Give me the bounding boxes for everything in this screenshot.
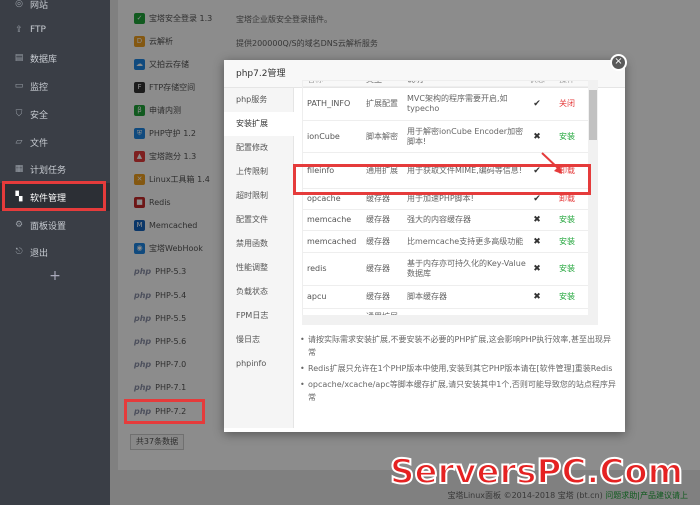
database-icon: ▤ xyxy=(14,53,24,63)
logout-icon: ⎋ xyxy=(15,247,23,257)
sidebar-item-label: 文件 xyxy=(30,138,49,149)
highlight-box xyxy=(2,181,106,211)
tab-timeout-limit[interactable]: 超时限制 xyxy=(224,184,294,208)
sidebar-item-files[interactable]: ▱ 文件 xyxy=(0,128,110,156)
scroll-thumb[interactable] xyxy=(589,90,597,140)
upload-icon: ⇪ xyxy=(15,25,23,35)
sidebar-item-logout[interactable]: ⎋ 退出 xyxy=(0,238,110,266)
table-row: PATH_INFO 扩展配置 MVC架构的程序需要开启,如typecho ✔ 关… xyxy=(303,87,597,121)
globe-icon: ◎ xyxy=(15,0,23,9)
tab-php-service[interactable]: php服务 xyxy=(224,88,294,112)
sidebar-item-settings[interactable]: ⚙ 面板设置 xyxy=(0,211,110,239)
tab-disabled-functions[interactable]: 禁用函数 xyxy=(224,232,294,256)
tab-config-file[interactable]: 配置文件 xyxy=(224,208,294,232)
status-cross-icon: ✖ xyxy=(533,131,541,142)
extensions-table: 名称 类型 说明 状态 操作 PATH_INFO 扩展配置 MVC架构的程序需要… xyxy=(302,80,598,325)
add-button[interactable]: + xyxy=(0,268,110,284)
note-item: opcache/xcache/apc等脚本缓存扩展,请只安装其中1个,否则可能导… xyxy=(298,378,618,404)
table-row: apcu 缓存器 脚本缓存器 ✖ 安装 xyxy=(303,286,597,309)
close-button[interactable]: × xyxy=(610,54,627,71)
sidebar-item-ftp[interactable]: ⇪ FTP xyxy=(0,16,110,44)
tab-phpinfo[interactable]: phpinfo xyxy=(224,352,294,376)
sidebar-item-security[interactable]: ⛉ 安全 xyxy=(0,100,110,128)
disable-button[interactable]: 关闭 xyxy=(559,87,589,120)
table-row: ionCube 脚本解密 用于解密ionCube Encoder加密脚本! ✖ … xyxy=(303,121,597,153)
folder-icon: ▱ xyxy=(15,137,23,147)
sidebar-item-database[interactable]: ▤ 数据库 xyxy=(0,44,110,72)
notes: 请按实际需求安装扩展,不要安装不必要的PHP扩展,这会影响PHP执行效率,甚至出… xyxy=(298,333,618,407)
table-row: memcached 缓存器 比memcache支持更多高级功能 ✖ 安装 xyxy=(303,231,597,253)
table-row: redis 缓存器 基于内存亦可持久化的Key-Value数据库 ✖ 安装 xyxy=(303,253,597,286)
tab-install-extensions[interactable]: 安装扩展 xyxy=(224,112,294,136)
install-button[interactable]: 安装 xyxy=(559,231,589,252)
sidebar-item-label: FTP xyxy=(30,25,46,35)
tab-slow-log[interactable]: 慢日志 xyxy=(224,328,294,352)
dialog-nav: php服务 安装扩展 配置修改 上传限制 超时限制 配置文件 禁用函数 性能调整… xyxy=(224,88,294,428)
highlight-box xyxy=(124,399,205,424)
note-item: 请按实际需求安装扩展,不要安装不必要的PHP扩展,这会影响PHP执行效率,甚至出… xyxy=(298,333,618,359)
sidebar-item-label: 面板设置 xyxy=(30,221,67,232)
tab-fpm-log[interactable]: FPM日志 xyxy=(224,304,294,328)
note-item: Redis扩展只允许在1个PHP版本中使用,安装到其它PHP版本请在[软件管理]… xyxy=(298,362,618,375)
table-header: 名称 类型 说明 状态 操作 xyxy=(303,81,597,87)
sidebar-item-cron[interactable]: ▦ 计划任务 xyxy=(0,155,110,183)
php-manage-dialog: php7.2管理 php服务 安装扩展 配置修改 上传限制 超时限制 配置文件 … xyxy=(224,60,625,432)
install-button[interactable]: 安装 xyxy=(559,210,589,230)
sidebar-item-monitor[interactable]: ▭ 监控 xyxy=(0,72,110,100)
horizontal-scrollbar[interactable] xyxy=(302,315,588,325)
arrow-icon xyxy=(541,152,562,174)
status-cross-icon: ✖ xyxy=(533,264,541,274)
vertical-scrollbar[interactable] xyxy=(588,80,598,325)
sidebar-item-label: 退出 xyxy=(30,248,49,259)
watermark: ServersPC.Com xyxy=(389,451,684,493)
tab-load-status[interactable]: 负载状态 xyxy=(224,280,294,304)
gear-icon: ⚙ xyxy=(14,220,24,230)
status-check-icon: ✔ xyxy=(533,98,541,109)
status-cross-icon: ✖ xyxy=(533,236,541,247)
install-button[interactable]: 安装 xyxy=(559,121,589,152)
tab-config-edit[interactable]: 配置修改 xyxy=(224,136,294,160)
sidebar-item-label: 安全 xyxy=(30,110,49,121)
status-cross-icon: ✖ xyxy=(533,215,541,225)
install-button[interactable]: 安装 xyxy=(559,286,589,308)
sidebar-item-label: 网站 xyxy=(30,0,49,11)
sidebar-item-label: 数据库 xyxy=(30,54,58,65)
sidebar-item-label: 计划任务 xyxy=(30,165,67,176)
shield-icon: ⛉ xyxy=(15,109,23,119)
sidebar: ◎ 网站 ⇪ FTP ▤ 数据库 ▭ 监控 ⛉ 安全 ▱ 文件 ▦ 计划任务 ▚ 软件管理 ⚙ 面… xyxy=(0,0,110,505)
calendar-icon: ▦ xyxy=(14,164,24,174)
monitor-icon: ▭ xyxy=(14,81,24,91)
sidebar-item-label: 监控 xyxy=(30,82,49,93)
tab-upload-limit[interactable]: 上传限制 xyxy=(224,160,294,184)
install-button[interactable]: 安装 xyxy=(559,253,589,285)
table-row: memcache 缓存器 强大的内容缓存器 ✖ 安装 xyxy=(303,210,597,231)
tab-performance[interactable]: 性能调整 xyxy=(224,256,294,280)
status-cross-icon: ✖ xyxy=(533,292,541,302)
